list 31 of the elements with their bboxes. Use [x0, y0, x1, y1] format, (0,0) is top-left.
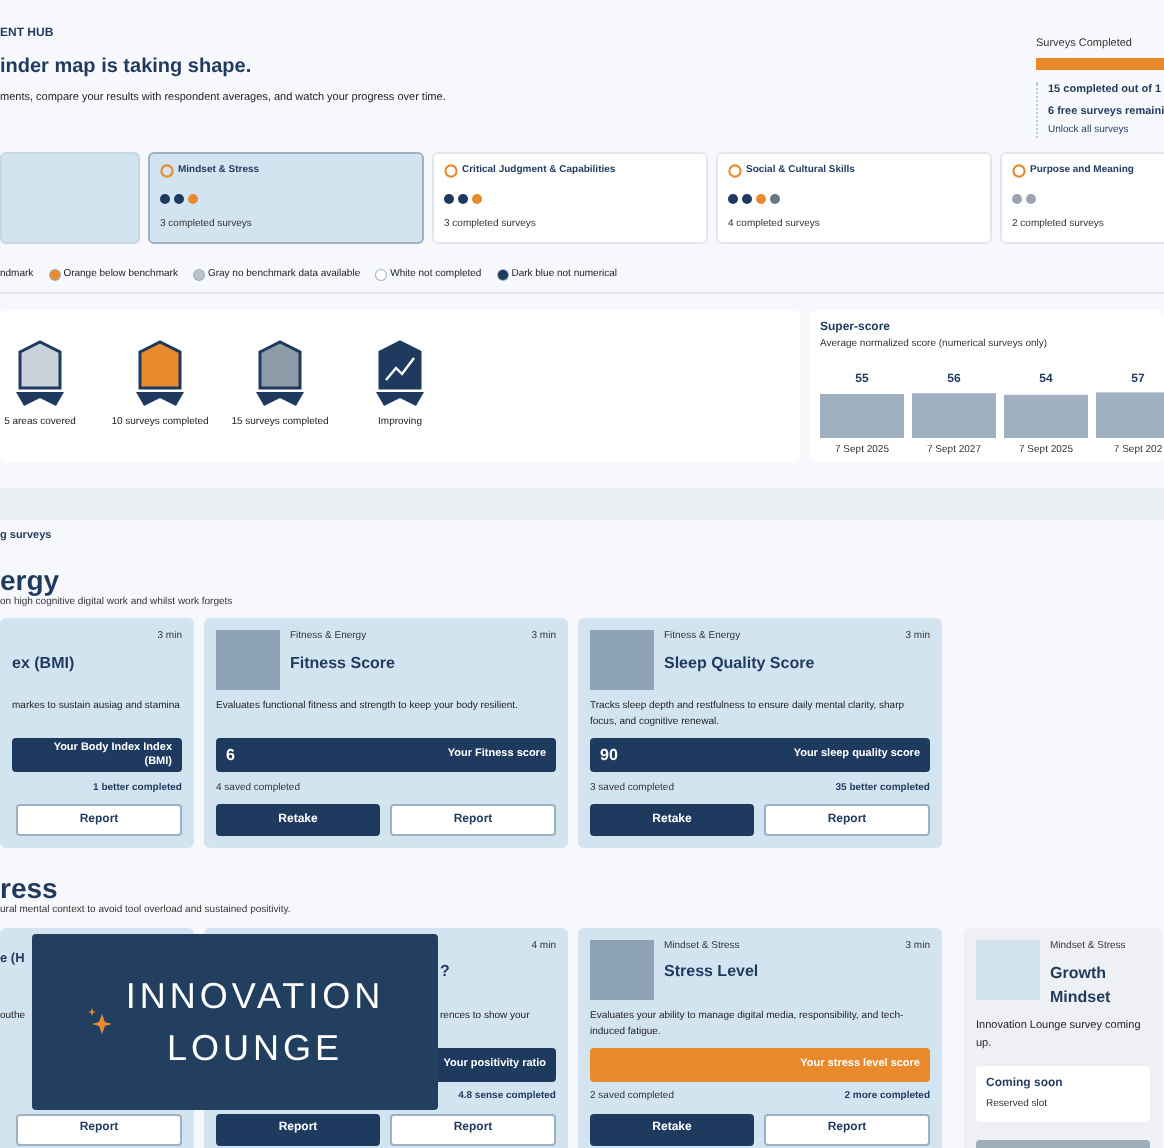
chart-bar [1004, 394, 1088, 438]
category-icon [1012, 164, 1026, 179]
photo-placeholder [590, 939, 654, 1000]
survey-title: Fitness Score [290, 653, 395, 672]
logo-text: INNOVATION [125, 974, 385, 1020]
chart-bar [1096, 392, 1164, 438]
photo-placeholder [976, 939, 1040, 1000]
survey-title: Sleep Quality Score [664, 653, 815, 672]
section-title: ress [0, 872, 60, 905]
badge-icon [132, 339, 188, 408]
category-card[interactable] [0, 152, 140, 244]
score-value: 90 [600, 743, 618, 768]
page-title: inder map is taking shape. [0, 54, 254, 82]
section-title: ergy [0, 563, 62, 596]
photo-placeholder [216, 630, 280, 691]
logo-text: LOUNGE [166, 1026, 344, 1072]
category-icon [444, 164, 458, 179]
badge-icon [372, 339, 428, 408]
chart-bar [912, 393, 996, 438]
survey-title: ex (BMI) [12, 653, 75, 672]
survey-title: ? [440, 962, 450, 981]
survey-title: Stress Level [664, 962, 759, 981]
survey-title: Growth Mindset [1050, 962, 1113, 1011]
badge-icon [252, 339, 308, 408]
sparkle-icon [85, 1006, 114, 1038]
score-value: 6 [226, 743, 235, 768]
category-icon [160, 164, 174, 179]
badge-icon [12, 339, 68, 408]
category-icon [728, 164, 742, 179]
chart-bar [820, 394, 904, 438]
photo-placeholder [590, 630, 654, 691]
